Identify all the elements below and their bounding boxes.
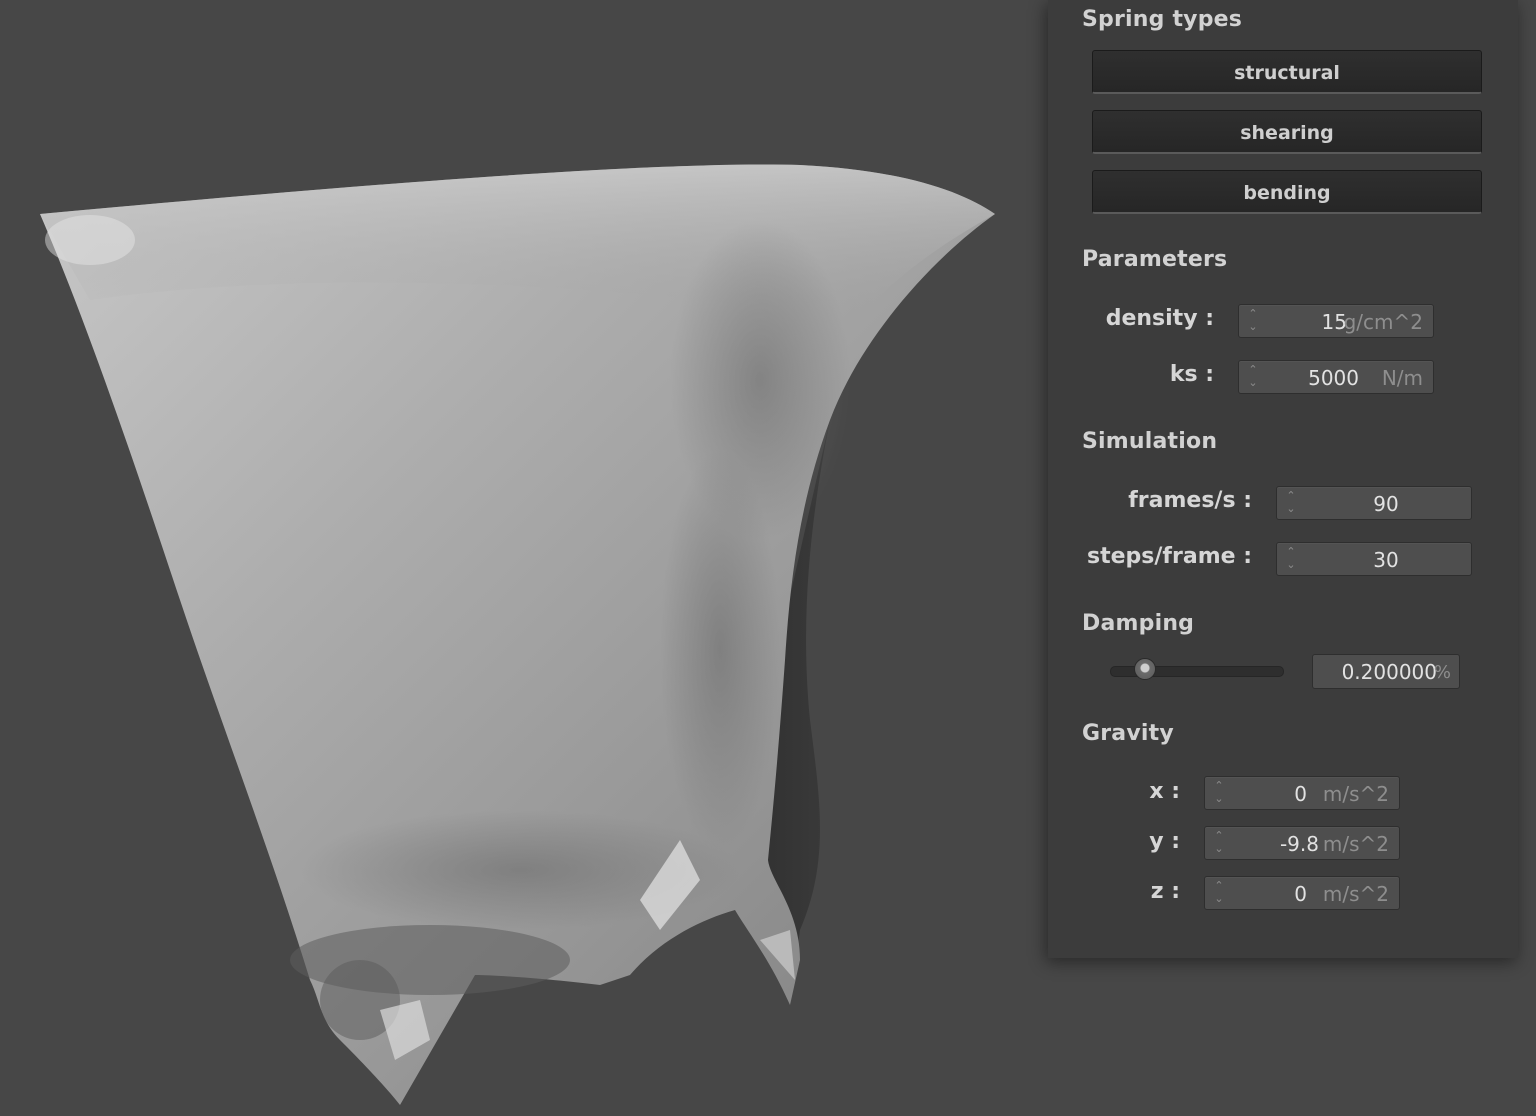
gravity-y-unit: m/s^2: [1322, 832, 1389, 856]
density-spinbox[interactable]: ⌃ ⌄ 15 g/cm^2: [1238, 304, 1434, 338]
fps-value[interactable]: 90: [1301, 487, 1471, 519]
spin-arrows-icon[interactable]: ⌃ ⌄: [1211, 829, 1227, 857]
gravity-x-value[interactable]: 0: [1294, 777, 1307, 809]
shearing-button[interactable]: shearing: [1092, 110, 1482, 154]
spin-arrows-icon[interactable]: ⌃ ⌄: [1211, 879, 1227, 907]
ks-spinbox[interactable]: ⌃ ⌄ 5000 N/m: [1238, 360, 1434, 394]
spin-arrows-icon[interactable]: ⌃ ⌄: [1245, 363, 1261, 391]
gravity-z-value[interactable]: 0: [1294, 877, 1307, 909]
structural-button[interactable]: structural: [1092, 50, 1482, 94]
density-label: density :: [1105, 306, 1214, 331]
fps-spinbox[interactable]: ⌃ ⌄ 90: [1276, 486, 1472, 520]
fps-label: frames/s :: [1128, 488, 1252, 513]
gravity-z-unit: m/s^2: [1322, 882, 1389, 906]
steps-value[interactable]: 30: [1301, 543, 1471, 575]
bending-button[interactable]: bending: [1092, 170, 1482, 214]
gravity-x-label: x :: [1149, 779, 1180, 804]
spin-arrows-icon[interactable]: ⌃ ⌄: [1211, 779, 1227, 807]
spring-types-title: Spring types: [1082, 7, 1243, 32]
spin-arrows-icon[interactable]: ⌃ ⌄: [1283, 489, 1299, 517]
gravity-title: Gravity: [1082, 721, 1174, 746]
damping-value[interactable]: 0.200000: [1342, 655, 1437, 690]
damping-title: Damping: [1082, 611, 1195, 636]
spin-arrows-icon[interactable]: ⌃ ⌄: [1245, 307, 1261, 335]
ks-value[interactable]: 5000: [1308, 361, 1359, 393]
gravity-y-label: y :: [1149, 829, 1180, 854]
damping-unit: %: [1433, 662, 1451, 683]
density-unit: g/cm^2: [1343, 310, 1423, 334]
control-panel: Spring types structural shearing bending…: [1048, 0, 1518, 958]
damping-value-field[interactable]: 0.200000 %: [1312, 654, 1460, 689]
ks-label: ks :: [1169, 362, 1214, 387]
ks-unit: N/m: [1381, 366, 1423, 390]
spin-arrows-icon[interactable]: ⌃ ⌄: [1283, 545, 1299, 573]
gravity-z-label: z :: [1150, 879, 1180, 904]
damping-slider-handle[interactable]: [1133, 658, 1156, 680]
parameters-title: Parameters: [1082, 247, 1228, 272]
gravity-y-spinbox[interactable]: ⌃ ⌄ -9.8 m/s^2: [1204, 826, 1400, 860]
gravity-z-spinbox[interactable]: ⌃ ⌄ 0 m/s^2: [1204, 876, 1400, 910]
gravity-x-spinbox[interactable]: ⌃ ⌄ 0 m/s^2: [1204, 776, 1400, 810]
gravity-x-unit: m/s^2: [1322, 782, 1389, 806]
steps-label: steps/frame :: [1087, 544, 1252, 569]
gravity-y-value[interactable]: -9.8: [1280, 827, 1319, 859]
steps-spinbox[interactable]: ⌃ ⌄ 30: [1276, 542, 1472, 576]
simulation-title: Simulation: [1082, 429, 1218, 454]
